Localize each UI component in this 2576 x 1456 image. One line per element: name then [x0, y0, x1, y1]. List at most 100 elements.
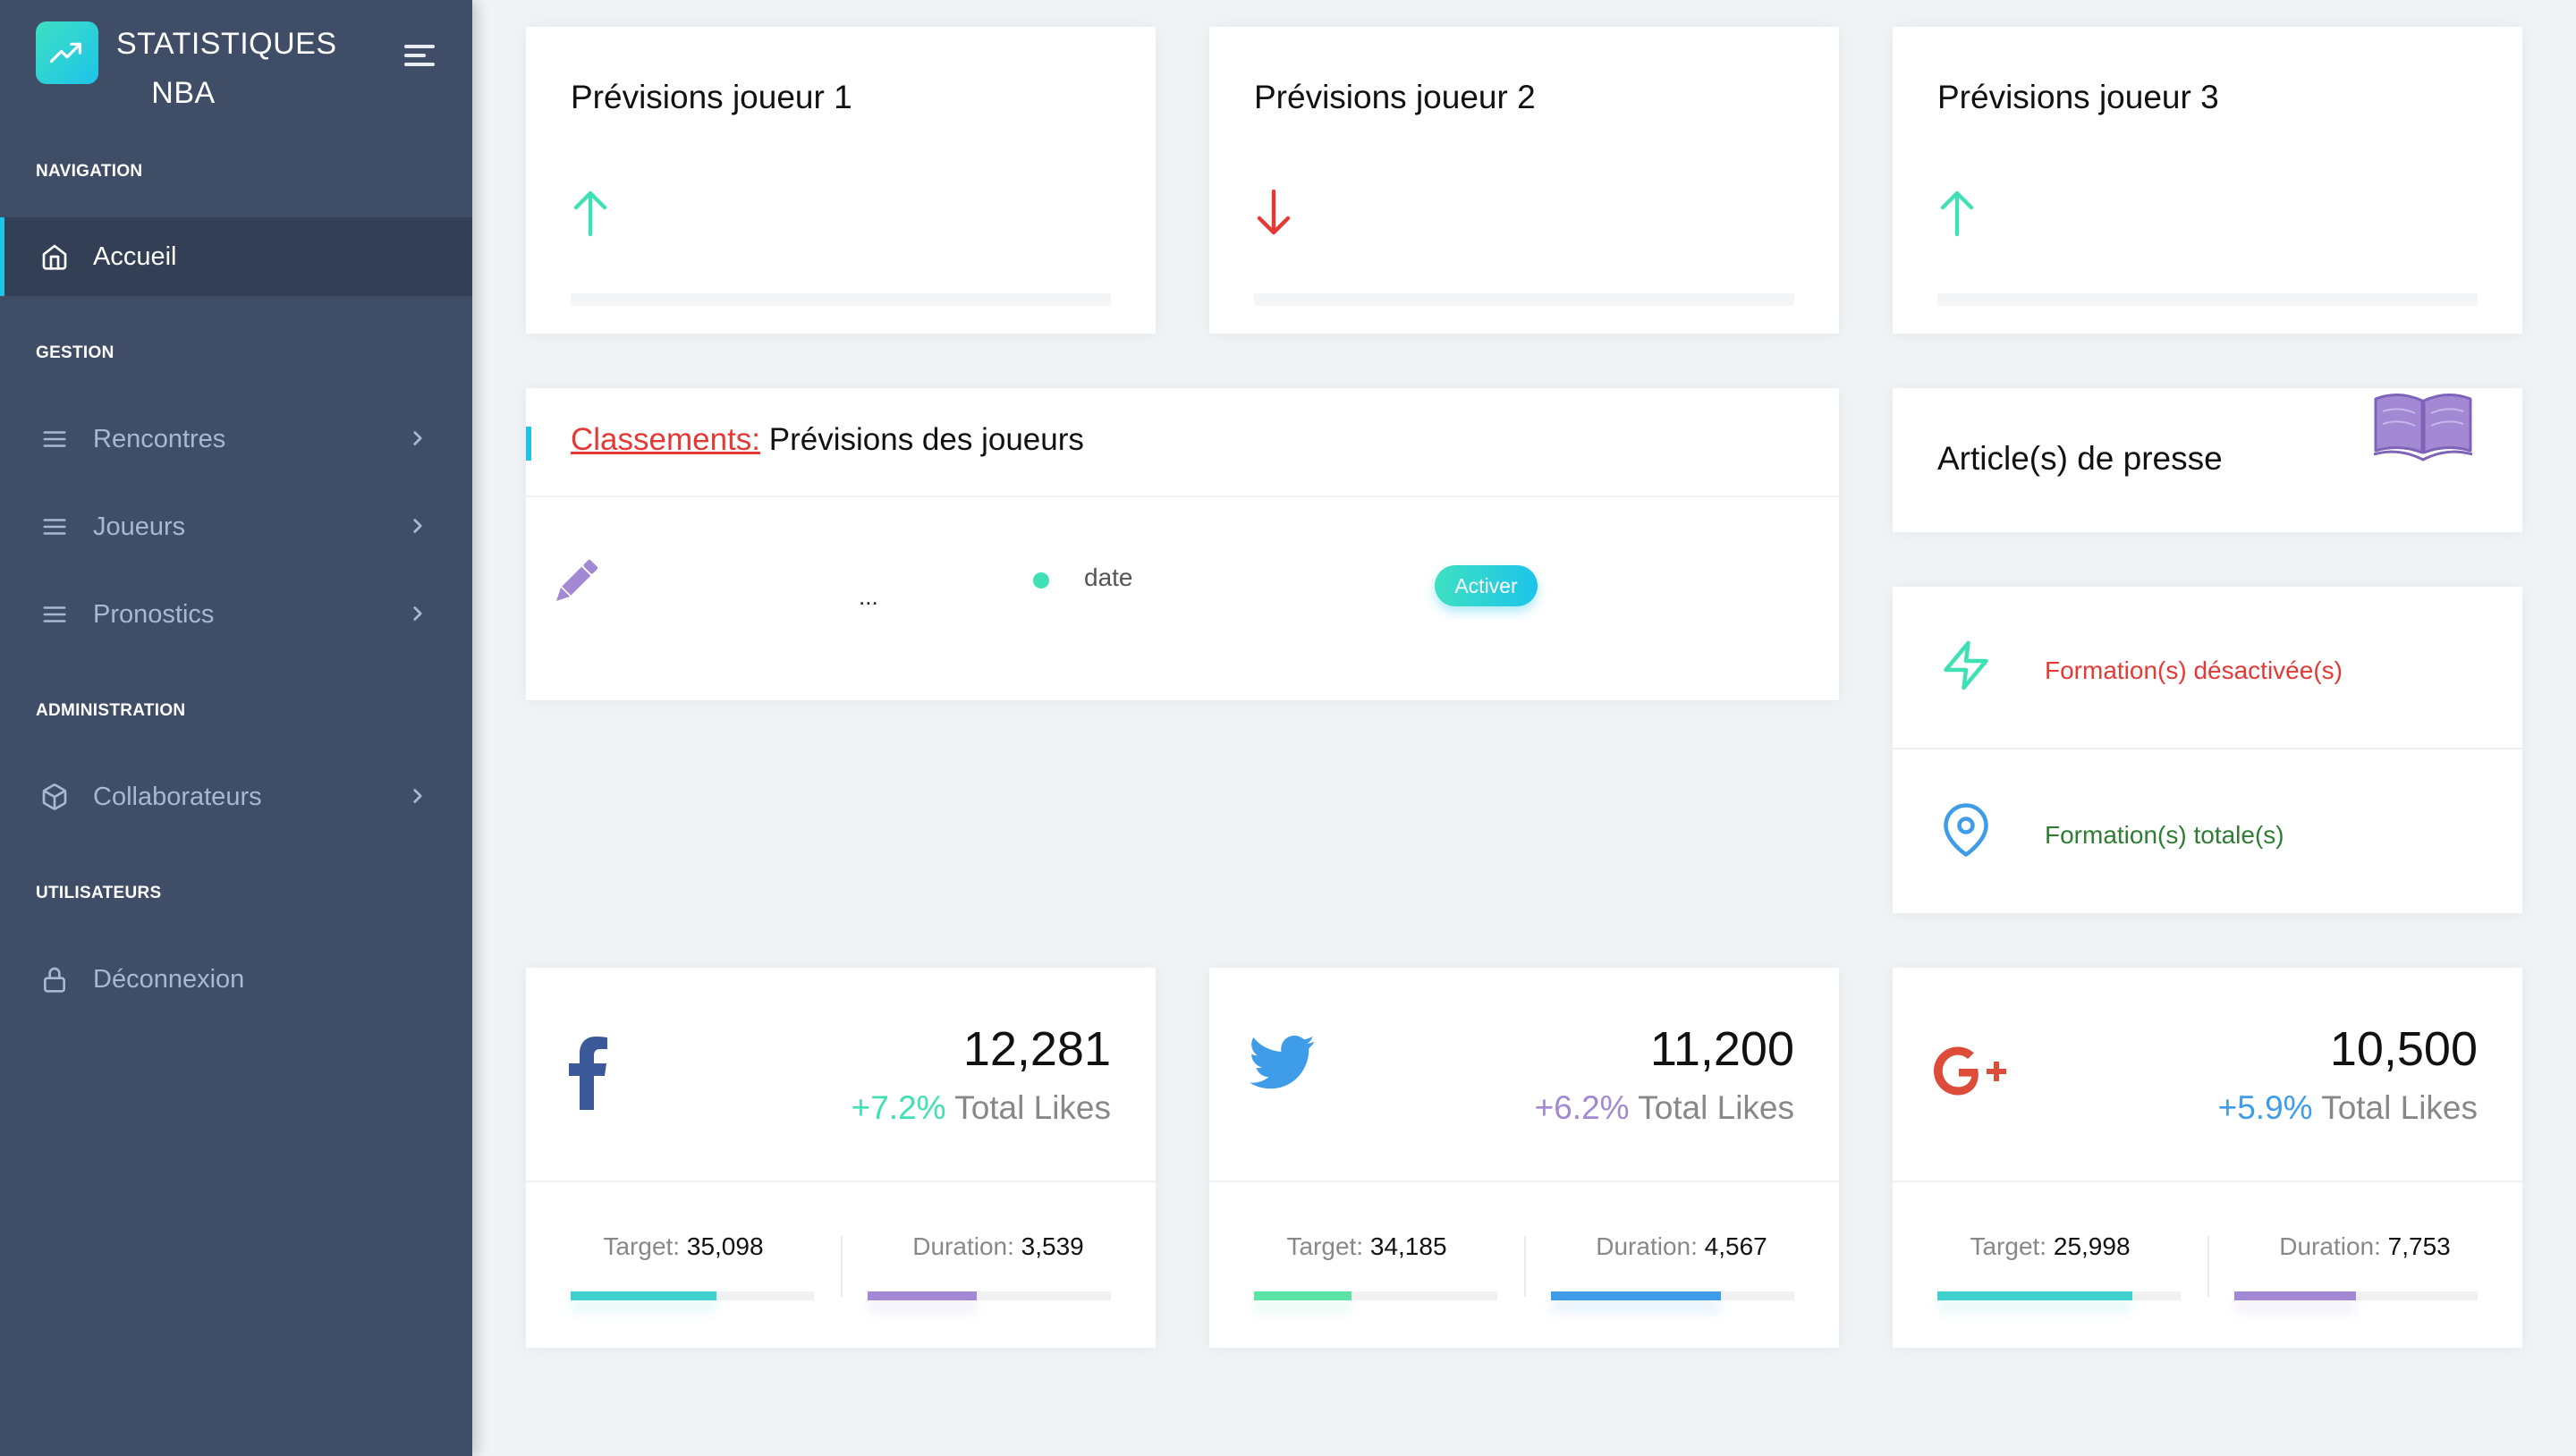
social-card-header: 10,500 +5.9% Total Likes	[1893, 968, 2522, 1182]
growth-value: +6.2%	[1534, 1089, 1630, 1126]
target-label: Target: 25,998	[1970, 1232, 2131, 1260]
duration-progress-bar	[1551, 1291, 1794, 1300]
section-label-gestion: GESTION	[36, 343, 114, 362]
menu-toggle-button[interactable]	[404, 39, 436, 72]
prediction-title: Prévisions joueur 2	[1254, 79, 1536, 115]
duration-value: 4,567	[1704, 1232, 1767, 1260]
sidebar-item-accueil[interactable]: Accueil	[0, 217, 472, 296]
pencil-icon[interactable]	[546, 553, 605, 612]
prediction-card-3: Prévisions joueur 3	[1893, 27, 2522, 334]
duration-label: Duration: 7,753	[2279, 1232, 2451, 1260]
likes-count: 11,200	[1649, 1022, 1794, 1076]
target-value: 35,098	[686, 1232, 764, 1260]
likes-label: Total Likes	[2312, 1089, 2478, 1126]
social-card-header: 11,200 +6.2% Total Likes	[1209, 968, 1839, 1182]
sidebar-item-rencontres[interactable]: Rencontres	[0, 400, 472, 478]
rankings-header: Classements: Prévisions des joueurs	[526, 388, 1839, 497]
section-label-administration: ADMINISTRATION	[36, 701, 186, 720]
google-plus-card: 10,500 +5.9% Total Likes Target: 25,998 …	[1893, 968, 2522, 1348]
chevron-right-icon	[413, 606, 422, 621]
twitter-icon	[1250, 1035, 1315, 1089]
duration-progress-fill	[868, 1291, 978, 1300]
arrow-down-icon	[1257, 189, 1291, 235]
target-progress-fill	[1937, 1291, 2132, 1300]
target-progress-bar	[1254, 1291, 1497, 1300]
duration-stat: Duration: 4,567	[1524, 1182, 1839, 1349]
sidebar-item-label: Collaborateurs	[93, 782, 262, 811]
box-icon	[39, 782, 70, 812]
sidebar-item-label: Accueil	[93, 241, 177, 271]
trending-up-icon	[49, 42, 81, 63]
prediction-card-2: Prévisions joueur 2	[1209, 27, 1839, 334]
zap-icon	[1944, 640, 1988, 690]
sidebar-item-collaborateurs[interactable]: Collaborateurs	[0, 758, 472, 836]
rankings-title-rest: Prévisions des joueurs	[760, 422, 1084, 457]
menu-icon	[39, 599, 70, 630]
map-pin-icon	[1944, 803, 1988, 857]
activate-button[interactable]: Activer	[1435, 565, 1538, 606]
target-stat: Target: 25,998	[1893, 1182, 2207, 1349]
lock-icon	[39, 964, 70, 995]
sidebar-item-label: Rencontres	[93, 424, 226, 453]
prediction-title: Prévisions joueur 1	[571, 79, 852, 115]
prediction-progress-bar	[1254, 293, 1794, 306]
sidebar-item-pronostics[interactable]: Pronostics	[0, 575, 472, 654]
target-progress-bar	[1937, 1291, 2181, 1300]
likes-summary: +7.2% Total Likes	[852, 1089, 1111, 1127]
section-label-navigation: NAVIGATION	[36, 162, 143, 181]
duration-stat: Duration: 7,753	[2207, 1182, 2522, 1349]
press-title: Article(s) de presse	[1937, 440, 2223, 477]
sidebar-item-deconnexion[interactable]: Déconnexion	[0, 940, 472, 1019]
sidebar-item-label: Joueurs	[93, 512, 186, 541]
likes-summary: +5.9% Total Likes	[2218, 1089, 2478, 1127]
arrow-up-icon	[1940, 190, 1974, 237]
sidebar-item-joueurs[interactable]: Joueurs	[0, 487, 472, 566]
duration-value: 3,539	[1021, 1232, 1084, 1260]
player-name: ...	[859, 583, 878, 610]
growth-value: +5.9%	[2217, 1089, 2313, 1126]
formations-card: Formation(s) désactivée(s) Formation(s) …	[1893, 587, 2522, 913]
press-card[interactable]: Article(s) de presse	[1893, 388, 2522, 532]
likes-label: Total Likes	[945, 1089, 1111, 1126]
target-label: Target: 34,185	[1286, 1232, 1447, 1260]
arrow-up-icon	[573, 190, 607, 237]
book-icon	[2373, 394, 2473, 461]
chevron-right-icon	[413, 431, 422, 445]
rankings-accent	[526, 427, 531, 461]
duration-progress-bar	[2234, 1291, 2478, 1300]
formation-total-label: Formation(s) totale(s)	[2045, 821, 2284, 849]
brand-logo[interactable]	[36, 21, 98, 84]
rankings-title: Classements: Prévisions des joueurs	[571, 422, 1084, 458]
brand-title: STATISTIQUES NBA	[116, 20, 337, 118]
formation-disabled-row[interactable]: Formation(s) désactivée(s)	[1893, 587, 2522, 749]
brand-title-line2: NBA	[151, 76, 216, 110]
section-label-utilisateurs: UTILISATEURS	[36, 884, 162, 902]
home-icon	[39, 241, 70, 272]
growth-value: +7.2%	[851, 1089, 946, 1126]
likes-count: 12,281	[962, 1022, 1111, 1076]
formation-disabled-label: Formation(s) désactivée(s)	[2045, 656, 2343, 684]
prediction-card-1: Prévisions joueur 1	[526, 27, 1156, 334]
brand-title-line1: STATISTIQUES	[116, 27, 337, 61]
prediction-title: Prévisions joueur 3	[1937, 79, 2219, 115]
likes-summary: +6.2% Total Likes	[1535, 1089, 1794, 1127]
menu-icon	[39, 424, 70, 454]
duration-progress-fill	[1551, 1291, 1722, 1300]
duration-value: 7,753	[2387, 1232, 2451, 1260]
duration-stat: Duration: 3,539	[841, 1182, 1156, 1349]
rankings-title-link[interactable]: Classements:	[571, 422, 760, 457]
target-stat: Target: 35,098	[526, 1182, 841, 1349]
duration-progress-bar	[868, 1291, 1111, 1300]
formation-total-row[interactable]: Formation(s) totale(s)	[1893, 751, 2522, 914]
menu-icon	[39, 512, 70, 542]
row-date: date	[1084, 563, 1133, 591]
sidebar: STATISTIQUES NBA NAVIGATION Accueil GEST…	[0, 0, 472, 1456]
chevron-right-icon	[413, 789, 422, 803]
likes-count: 10,500	[2329, 1022, 2478, 1076]
target-value: 34,185	[1369, 1232, 1447, 1260]
sidebar-item-label: Déconnexion	[93, 964, 245, 994]
target-progress-fill	[571, 1291, 717, 1300]
rankings-card: Classements: Prévisions des joueurs ... …	[526, 388, 1839, 700]
duration-label: Duration: 4,567	[1596, 1232, 1767, 1260]
target-progress-bar	[571, 1291, 814, 1300]
